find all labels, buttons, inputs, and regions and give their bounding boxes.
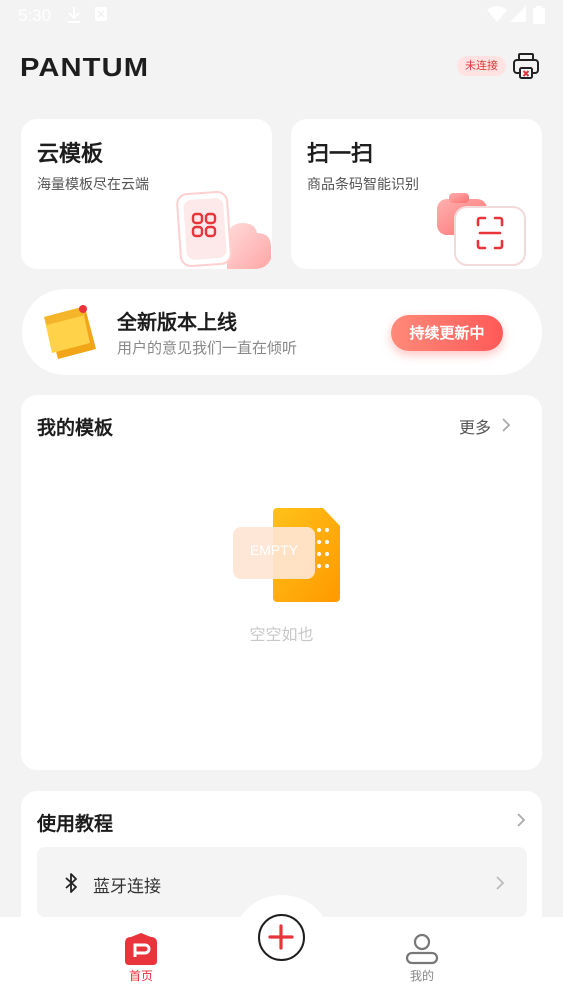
cloud-template-subtitle: 海量模板尽在云端	[37, 177, 149, 193]
banner-title: 全新版本上线	[117, 310, 237, 334]
pantum-logo: PANTUM	[20, 52, 150, 82]
wifi-icon	[487, 6, 507, 22]
continuous-update-button[interactable]: 持续更新中	[391, 315, 503, 351]
scan-title: 扫一扫	[307, 142, 374, 167]
home-icon	[125, 933, 157, 965]
scan-subtitle: 商品条码智能识别	[307, 177, 419, 193]
status-bar: 5:30	[0, 0, 563, 32]
notification-icon	[95, 7, 107, 21]
new-version-banner[interactable]: 全新版本上线 用户的意见我们一直在倾听 持续更新中	[22, 289, 542, 375]
scan-card[interactable]: 扫一扫 商品条码智能识别	[291, 119, 542, 269]
download-icon	[68, 7, 80, 23]
bluetooth-icon	[65, 873, 77, 893]
chevron-right-icon	[496, 876, 505, 890]
sticky-note-icon	[44, 305, 96, 359]
user-icon	[405, 933, 439, 965]
connection-status-badge[interactable]: 未连接	[457, 56, 506, 76]
plus-icon	[268, 924, 294, 950]
more-link[interactable]: 更多	[459, 414, 519, 438]
cloud-template-card[interactable]: 云模板 海量模板尽在云端	[21, 119, 272, 269]
status-time: 5:30	[18, 6, 52, 25]
empty-state-text: 空空如也	[249, 625, 314, 644]
tutorial-chevron-right-icon[interactable]	[516, 812, 526, 828]
more-label: 更多	[459, 418, 492, 437]
bluetooth-label: 蓝牙连接	[93, 877, 161, 897]
battery-icon	[533, 6, 545, 24]
tab-home-label: 首页	[128, 969, 153, 983]
empty-illustration: EMPTY	[229, 505, 344, 605]
tab-mine-label: 我的	[409, 969, 434, 983]
cloud-template-icon	[176, 191, 271, 269]
tab-mine[interactable]: 我的	[372, 917, 472, 1000]
my-templates-card: 我的模板 更多 EMPTY 空空如也	[21, 395, 542, 770]
printer-disconnected-icon[interactable]	[512, 52, 540, 80]
empty-badge-label: EMPTY	[249, 542, 299, 558]
chevron-right-icon	[502, 418, 511, 432]
add-button[interactable]	[258, 914, 305, 961]
scan-icon	[437, 193, 526, 266]
tab-home[interactable]: 首页	[91, 917, 191, 1000]
cloud-template-title: 云模板	[37, 142, 104, 167]
signal-icon	[510, 6, 526, 22]
tutorial-title: 使用教程	[37, 813, 114, 835]
my-templates-title: 我的模板	[37, 417, 114, 439]
banner-subtitle: 用户的意见我们一直在倾听	[117, 339, 298, 357]
app-header: PANTUM 未连接	[0, 40, 563, 96]
